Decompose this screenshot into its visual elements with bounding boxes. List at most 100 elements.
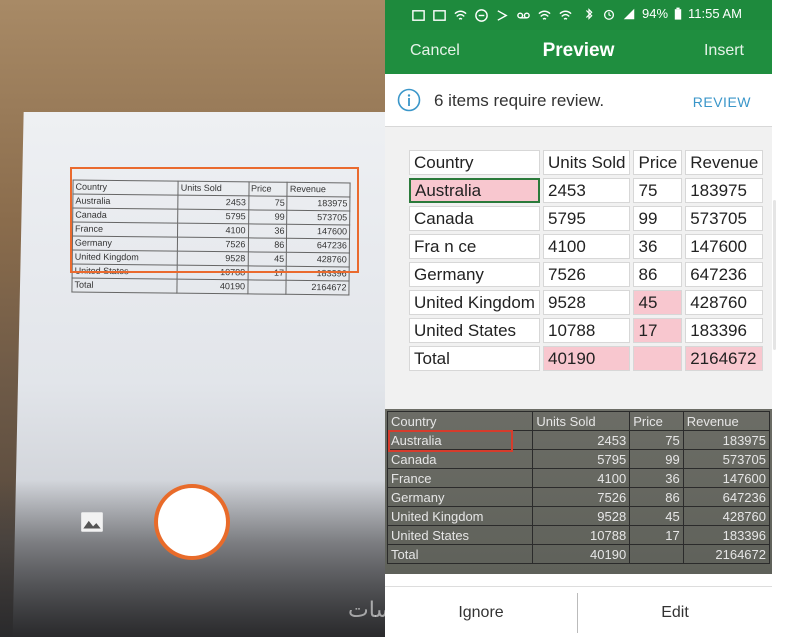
grid-cell[interactable]: Units Sold <box>543 150 631 175</box>
grid-cell[interactable]: Germany <box>409 262 540 287</box>
grid-row: United Kingdom 9528 45 428760 <box>409 290 764 315</box>
preview-grid-area: Country Units Sold Price Revenue Australia 24… <box>385 127 772 409</box>
review-button[interactable]: REVIEW <box>693 94 751 110</box>
paper-cell: Total <box>71 278 178 294</box>
grid-cell[interactable]: 2164672 <box>685 346 764 371</box>
grid-cell[interactable]: 9528 <box>543 290 631 315</box>
paper-row: Total 40190 2164672 <box>71 278 350 295</box>
screen-edge <box>772 0 800 637</box>
office-icon <box>412 9 425 21</box>
insert-button[interactable]: Insert <box>704 42 744 60</box>
grid-cell[interactable]: 647236 <box>685 262 764 287</box>
bluetooth-icon <box>585 7 593 20</box>
grid-row: Country Units Sold Price Revenue <box>409 150 764 175</box>
photo-cell: 10788 <box>532 525 631 545</box>
voicemail-icon <box>517 11 530 19</box>
grid-cell[interactable]: 183975 <box>685 178 764 203</box>
photo-row: Canada 5795 99 573705 <box>386 449 771 469</box>
paper-cell: 40190 <box>177 279 248 294</box>
grid-cell[interactable]: 17 <box>633 318 683 343</box>
photo-cell: 75 <box>629 430 684 450</box>
grid-cell[interactable]: 183396 <box>685 318 764 343</box>
photo-cell: Total <box>386 544 534 564</box>
grid-cell[interactable]: 86 <box>633 262 683 287</box>
system-status: 94% 11:55 AM <box>582 6 742 21</box>
source-photo-preview: Country Units Sold Price Revenue Australia 24… <box>385 409 772 574</box>
photo-cell: Germany <box>386 487 534 507</box>
shutter-button[interactable] <box>158 488 226 556</box>
grid-cell[interactable]: United States <box>409 318 540 343</box>
photo-cell: Country <box>386 411 534 431</box>
wifi-icon <box>559 10 572 20</box>
grid-row: Canada 5795 99 573705 <box>409 206 764 231</box>
photo-cell: 2164672 <box>682 544 771 564</box>
alarm-icon <box>603 9 615 20</box>
arrow-icon <box>497 9 508 21</box>
grid-cell[interactable]: 99 <box>633 206 683 231</box>
battery-icon <box>674 7 682 20</box>
grid-cell[interactable]: Country <box>409 150 540 175</box>
grid-cell[interactable] <box>633 346 683 371</box>
photo-cell: 647236 <box>682 487 771 507</box>
image-icon[interactable] <box>79 509 105 535</box>
photo-cell: Price <box>629 411 684 431</box>
photo-cell: 183396 <box>682 525 771 545</box>
grid-cell[interactable]: 10788 <box>543 318 631 343</box>
info-icon <box>397 88 421 112</box>
photo-cell: 7526 <box>532 487 631 507</box>
paper-cell <box>247 279 287 295</box>
paper-cell: 2164672 <box>286 280 350 295</box>
edit-button[interactable]: Edit <box>578 587 772 637</box>
photo-cell: Units Sold <box>532 411 631 431</box>
grid-cell[interactable]: Fra n ce <box>409 234 540 259</box>
app-bar: Cancel Preview Insert <box>385 30 772 74</box>
photo-row: United States 10788 17 183396 <box>386 525 771 545</box>
photo-cell: 17 <box>629 525 684 545</box>
photo-cell: 45 <box>629 506 684 526</box>
grid-cell[interactable]: 147600 <box>685 234 764 259</box>
grid-cell[interactable]: 5795 <box>543 206 631 231</box>
photo-row: Country Units Sold Price Revenue <box>386 411 771 431</box>
wifi-icon <box>538 10 551 20</box>
grid-cell[interactable]: 2453 <box>543 178 631 203</box>
do-not-disturb-icon <box>475 8 488 22</box>
grid-row: Fra n ce 4100 36 147600 <box>409 234 764 259</box>
phone-screen: 94% 11:55 AM Cancel Preview Insert 6 ite… <box>385 0 772 637</box>
grid-cell[interactable]: 45 <box>633 290 683 315</box>
grid-cell[interactable]: 428760 <box>685 290 764 315</box>
grid-cell[interactable]: 40190 <box>543 346 631 371</box>
grid-cell[interactable]: 75 <box>633 178 683 203</box>
photo-cell: 147600 <box>682 468 771 488</box>
preview-grid: Country Units Sold Price Revenue Australia 24… <box>406 147 766 374</box>
grid-cell[interactable]: Revenue <box>685 150 764 175</box>
camera-viewfinder: Country Units Sold Price Revenue Australia 24… <box>0 0 385 637</box>
photo-row: Germany 7526 86 647236 <box>386 487 771 507</box>
grid-cell[interactable]: 36 <box>633 234 683 259</box>
current-cell-highlight <box>388 430 513 452</box>
grid-row: United States 10788 17 183396 <box>409 318 764 343</box>
photo-cell: 2453 <box>532 430 631 450</box>
signal-icon <box>623 8 635 19</box>
photo-cell: France <box>386 468 534 488</box>
watermark: خمسات <box>348 598 422 623</box>
photo-cell: 99 <box>629 449 684 469</box>
battery-percent: 94% <box>642 6 669 21</box>
grid-cell[interactable]: Canada <box>409 206 540 231</box>
photo-row: United Kingdom 9528 45 428760 <box>386 506 771 526</box>
photo-cell: 428760 <box>682 506 771 526</box>
grid-cell[interactable]: Price <box>633 150 683 175</box>
photo-cell <box>629 544 684 564</box>
cancel-button[interactable]: Cancel <box>410 42 460 60</box>
wifi-icon <box>454 10 467 20</box>
photo-cell: 5795 <box>532 449 631 469</box>
grid-row: Australia 2453 75 183975 <box>409 178 764 203</box>
grid-cell[interactable]: 4100 <box>543 234 631 259</box>
review-message: 6 items require review. <box>434 91 605 110</box>
grid-cell[interactable]: 7526 <box>543 262 631 287</box>
grid-row: Germany 7526 86 647236 <box>409 262 764 287</box>
grid-cell[interactable]: Total <box>409 346 540 371</box>
grid-cell[interactable]: Australia <box>409 178 540 203</box>
scrollbar[interactable] <box>773 200 776 350</box>
grid-cell[interactable]: 573705 <box>685 206 764 231</box>
grid-cell[interactable]: United Kingdom <box>409 290 540 315</box>
